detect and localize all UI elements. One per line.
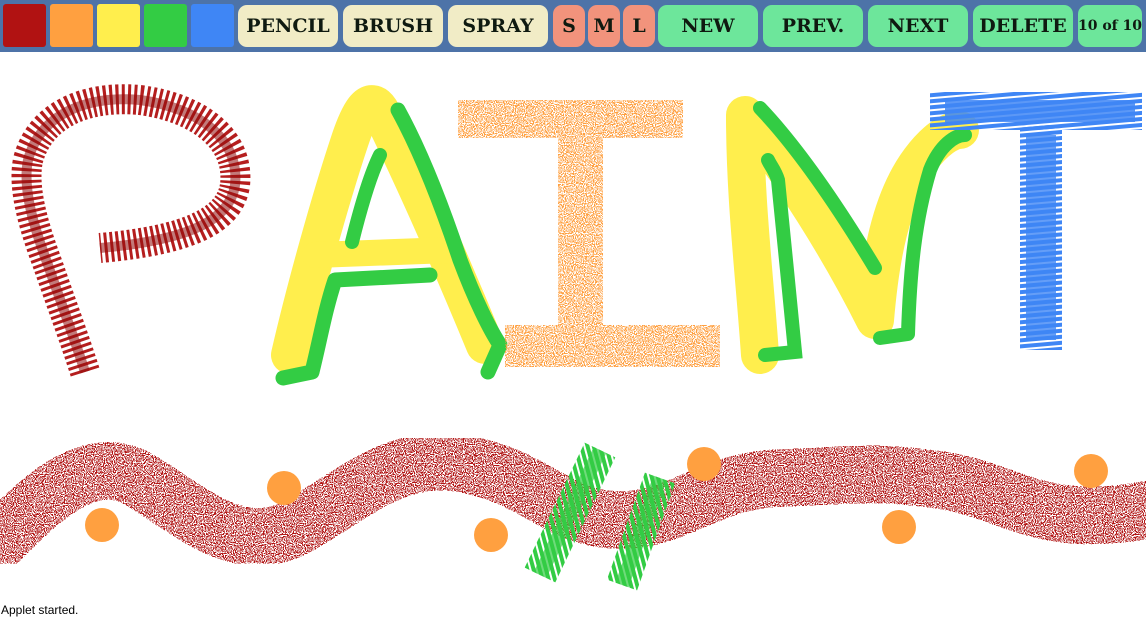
status-bar-text: Applet started. [1, 603, 79, 617]
color-swatch-green[interactable] [144, 4, 187, 47]
letter-p-stroke [11, 84, 251, 377]
page-counter: 10 of 10 [1078, 5, 1142, 47]
letter-a-stroke [271, 85, 508, 386]
color-swatch-blue[interactable] [191, 4, 234, 47]
letter-n-stroke [726, 96, 979, 374]
size-medium-button[interactable]: M [588, 5, 620, 47]
size-large-button[interactable]: L [623, 5, 655, 47]
size-small-button[interactable]: S [553, 5, 585, 47]
next-button[interactable]: NEXT [868, 5, 968, 47]
delete-button[interactable]: DELETE [973, 5, 1073, 47]
color-swatch-orange[interactable] [50, 4, 93, 47]
color-swatch-red[interactable] [3, 4, 46, 47]
drawing-canvas[interactable] [0, 52, 1146, 600]
new-button[interactable]: NEW [658, 5, 758, 47]
color-swatch-yellow[interactable] [97, 4, 140, 47]
brush-tool-button[interactable]: BRUSH [343, 5, 443, 47]
pencil-tool-button[interactable]: PENCIL [238, 5, 338, 47]
toolbar: PENCIL BRUSH SPRAY S M L NEW PREV. NEXT … [0, 0, 1146, 52]
spray-tool-button[interactable]: SPRAY [448, 5, 548, 47]
prev-button[interactable]: PREV. [763, 5, 863, 47]
